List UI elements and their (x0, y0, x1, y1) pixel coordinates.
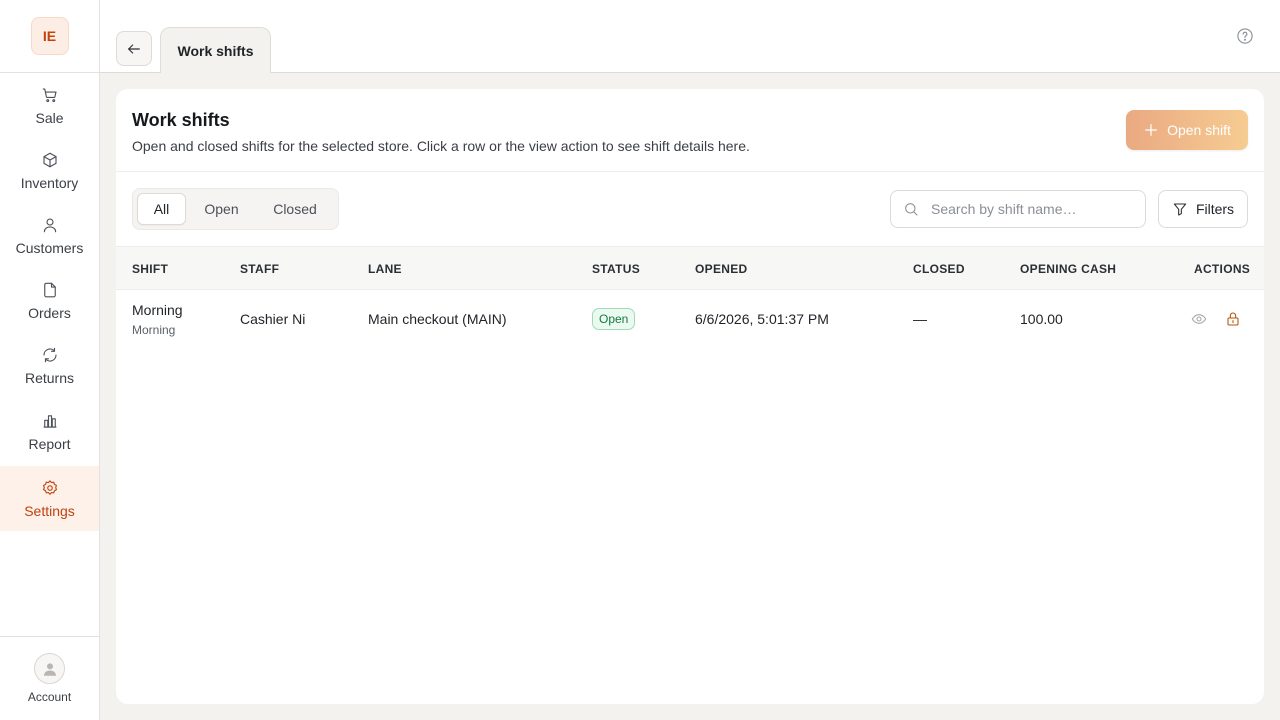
column-header-opened: OPENED (695, 262, 748, 276)
help-button[interactable] (1236, 27, 1254, 45)
table-header: SHIFT STAFF LANE STATUS OPENED CLOSED OP… (116, 246, 1264, 290)
tab-open[interactable]: Open (190, 193, 253, 225)
status-badge: Open (592, 308, 636, 330)
sidebar-item-label: Inventory (20, 174, 79, 191)
cell-opening-cash: 100.00 (1020, 311, 1063, 327)
filters-button[interactable]: Filters (1158, 190, 1248, 228)
status-filter-tabs: All Open Closed (132, 188, 339, 230)
open-shift-label: Open shift (1167, 122, 1231, 138)
plus-icon (1145, 124, 1158, 136)
cell-shift: Morning Morning (132, 290, 183, 348)
eye-icon (1191, 314, 1207, 324)
tab-work-shifts[interactable]: Work shifts (160, 27, 271, 73)
arrow-left-icon (128, 43, 140, 54)
sidebar-item-label: Sale (35, 109, 64, 126)
column-header-lane: LANE (368, 262, 402, 276)
close-shift-button[interactable] (1225, 311, 1241, 327)
lock-icon (1227, 312, 1239, 326)
bar-chart-icon (42, 414, 57, 428)
sidebar-item-report[interactable]: Report (0, 399, 99, 464)
sidebar-item-customers[interactable]: Customers (0, 203, 99, 268)
tab-all[interactable]: All (137, 193, 186, 225)
avatar (34, 653, 65, 684)
cell-opened: 6/6/2026, 5:01:37 PM (695, 311, 829, 327)
page-subtitle: Open and closed shifts for the selected … (132, 138, 750, 154)
sidebar-item-settings[interactable]: Settings (0, 466, 99, 531)
search-input[interactable] (931, 201, 1131, 217)
filter-icon (1173, 203, 1187, 216)
sidebar-item-label: Orders (28, 304, 71, 321)
help-circle-icon (1237, 28, 1253, 44)
filters-label: Filters (1195, 201, 1235, 217)
column-header-status: STATUS (592, 262, 641, 276)
cell-lane: Main checkout (MAIN) (368, 311, 507, 327)
logo-container: IE (0, 0, 99, 73)
shift-name: Morning (132, 301, 183, 318)
sidebar-item-label: Settings (24, 502, 75, 519)
column-header-closed: CLOSED (913, 262, 965, 276)
tab-closed[interactable]: Closed (257, 193, 333, 225)
sidebar-item-returns[interactable]: Returns (0, 333, 99, 398)
sidebar-item-sale[interactable]: Sale (0, 73, 99, 138)
column-header-staff: STAFF (240, 262, 280, 276)
store-logo[interactable]: IE (30, 17, 69, 55)
box-icon (42, 152, 57, 167)
work-shifts-card: Work shifts Open and closed shifts for t… (116, 89, 1264, 704)
document-icon (43, 282, 56, 297)
page-title: Work shifts (132, 110, 230, 130)
refresh-icon (42, 347, 57, 362)
sidebar-item-orders[interactable]: Orders (0, 268, 99, 333)
search-icon (905, 203, 918, 216)
sidebar: IE Sale Inventory Customers Orders Retur… (0, 0, 100, 720)
column-header-opening-cash: OPENING CASH (1020, 262, 1117, 276)
user-avatar-icon (43, 662, 56, 676)
sidebar-item-label: Report (28, 435, 71, 452)
search-box (890, 190, 1146, 228)
table-row[interactable]: Morning Morning Cashier Ni Main checkout… (116, 290, 1264, 348)
cell-staff: Cashier Ni (240, 311, 306, 327)
column-header-shift: SHIFT (132, 262, 169, 276)
view-button[interactable] (1191, 311, 1207, 327)
top-bar: Work shifts (100, 0, 1280, 73)
sidebar-item-label: Customers (15, 239, 84, 256)
gear-icon (42, 479, 57, 495)
cell-closed: — (913, 311, 927, 327)
sidebar-item-inventory[interactable]: Inventory (0, 138, 99, 203)
account-label: Account (27, 690, 72, 704)
account-button[interactable]: Account (0, 636, 99, 720)
person-icon (43, 217, 56, 232)
sidebar-item-label: Returns (24, 369, 75, 386)
column-header-actions: ACTIONS (1194, 262, 1251, 276)
shift-subtitle: Morning (132, 322, 176, 337)
cart-icon (42, 87, 57, 102)
back-button[interactable] (116, 31, 152, 66)
card-header: Work shifts Open and closed shifts for t… (116, 89, 1264, 172)
open-shift-button[interactable]: Open shift (1126, 110, 1248, 150)
cell-status: Open (592, 290, 636, 348)
